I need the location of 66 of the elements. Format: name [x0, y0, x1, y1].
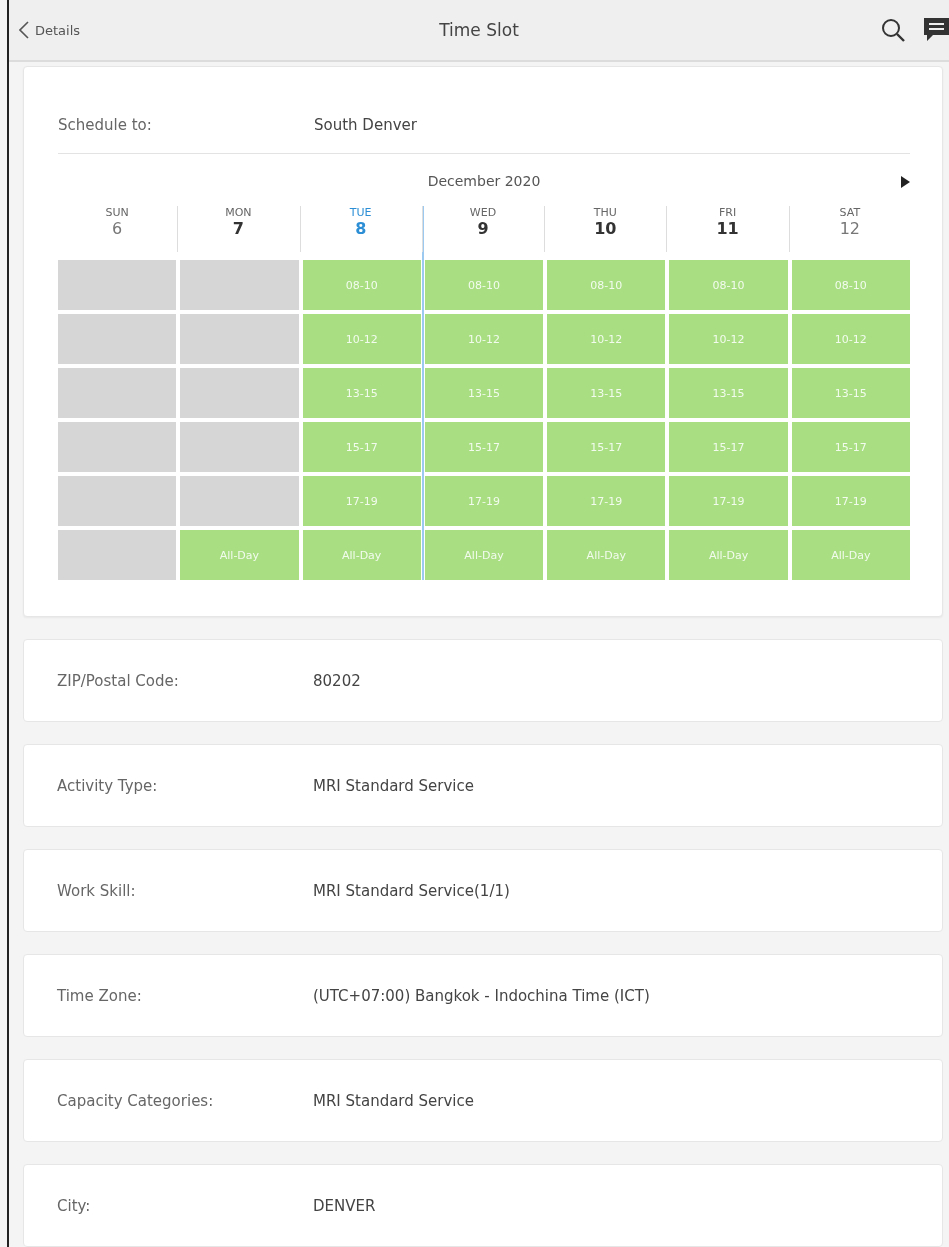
time-slot[interactable]: 17-19: [669, 476, 788, 526]
day-number: 8: [355, 219, 367, 238]
month-label: December 2020: [427, 173, 541, 189]
field-value: 80202: [313, 671, 361, 690]
next-month-icon[interactable]: [900, 176, 910, 188]
time-slot[interactable]: 15-17: [791, 422, 910, 472]
time-slot[interactable]: All-Day: [669, 530, 788, 580]
field-label: ZIP/Postal Code:: [57, 671, 180, 690]
time-slot[interactable]: 13-15: [424, 368, 544, 418]
time-slot[interactable]: 17-19: [302, 476, 421, 526]
time-slot[interactable]: 17-19: [547, 476, 666, 526]
field-value: DENVER: [313, 1196, 376, 1215]
time-slot[interactable]: All-Day: [180, 530, 299, 580]
chevron-left-icon: [19, 21, 29, 39]
field-value: MRI Standard Service: [313, 776, 474, 795]
time-slot[interactable]: 15-17: [302, 422, 421, 472]
field-value: (UTC+07:00) Bangkok - Indochina Time (ICT): [313, 986, 650, 1005]
time-slot[interactable]: 17-19: [791, 476, 910, 526]
weekday-label: MON: [225, 206, 252, 219]
time-slot[interactable]: 13-15: [669, 368, 788, 418]
time-slot[interactable]: All-Day: [302, 530, 421, 580]
time-slot[interactable]: All-Day: [424, 530, 544, 580]
time-slot[interactable]: 08-10: [791, 260, 910, 310]
time-slot[interactable]: 15-17: [547, 422, 666, 472]
time-slot[interactable]: 13-15: [791, 368, 910, 418]
time-slot[interactable]: 15-17: [669, 422, 788, 472]
weekday-label: FRI: [718, 206, 737, 219]
day-number: 9: [477, 219, 489, 238]
time-slot[interactable]: All-Day: [791, 530, 910, 580]
time-slot[interactable]: 08-10: [547, 260, 666, 310]
time-slot[interactable]: 10-12: [302, 314, 421, 364]
weekday-label: THU: [593, 206, 617, 219]
time-slot[interactable]: All-Day: [547, 530, 666, 580]
field-label: Schedule to:: [58, 116, 153, 134]
time-slot[interactable]: 15-17: [424, 422, 544, 472]
time-slot[interactable]: 08-10: [302, 260, 421, 310]
time-slot[interactable]: 13-15: [547, 368, 666, 418]
time-slot[interactable]: 13-15: [302, 368, 421, 418]
field-label: Capacity Categories:: [57, 1091, 215, 1110]
day-number: 10: [594, 219, 617, 238]
field-label: City:: [57, 1196, 92, 1215]
field-label: Time Zone:: [57, 986, 143, 1005]
field-label: Work Skill:: [57, 881, 137, 900]
time-slot[interactable]: 10-12: [669, 314, 788, 364]
chat-icon[interactable]: [923, 17, 949, 43]
day-number: 7: [232, 219, 244, 238]
field-label: Activity Type:: [57, 776, 159, 795]
weekday-label: SUN: [105, 206, 129, 219]
time-slot[interactable]: 10-12: [547, 314, 666, 364]
day-number: 12: [839, 219, 860, 238]
day-number: 6: [112, 219, 123, 238]
weekday-label: SAT: [839, 206, 861, 219]
weekday-label: WED: [469, 206, 497, 219]
time-slot[interactable]: 10-12: [424, 314, 544, 364]
field-value: MRI Standard Service(1/1): [313, 881, 510, 900]
search-icon[interactable]: [881, 18, 905, 42]
field-value: MRI Standard Service: [313, 1091, 474, 1110]
back-button[interactable]: Details: [15, 17, 85, 43]
weekday-label: TUE: [349, 206, 372, 219]
time-slot[interactable]: 08-10: [669, 260, 788, 310]
field-value: South Denver: [314, 116, 417, 134]
time-slot[interactable]: 08-10: [424, 260, 544, 310]
time-slot[interactable]: 17-19: [424, 476, 544, 526]
page-title: Time Slot: [439, 20, 519, 40]
day-number: 11: [716, 219, 739, 238]
time-slot[interactable]: 10-12: [791, 314, 910, 364]
